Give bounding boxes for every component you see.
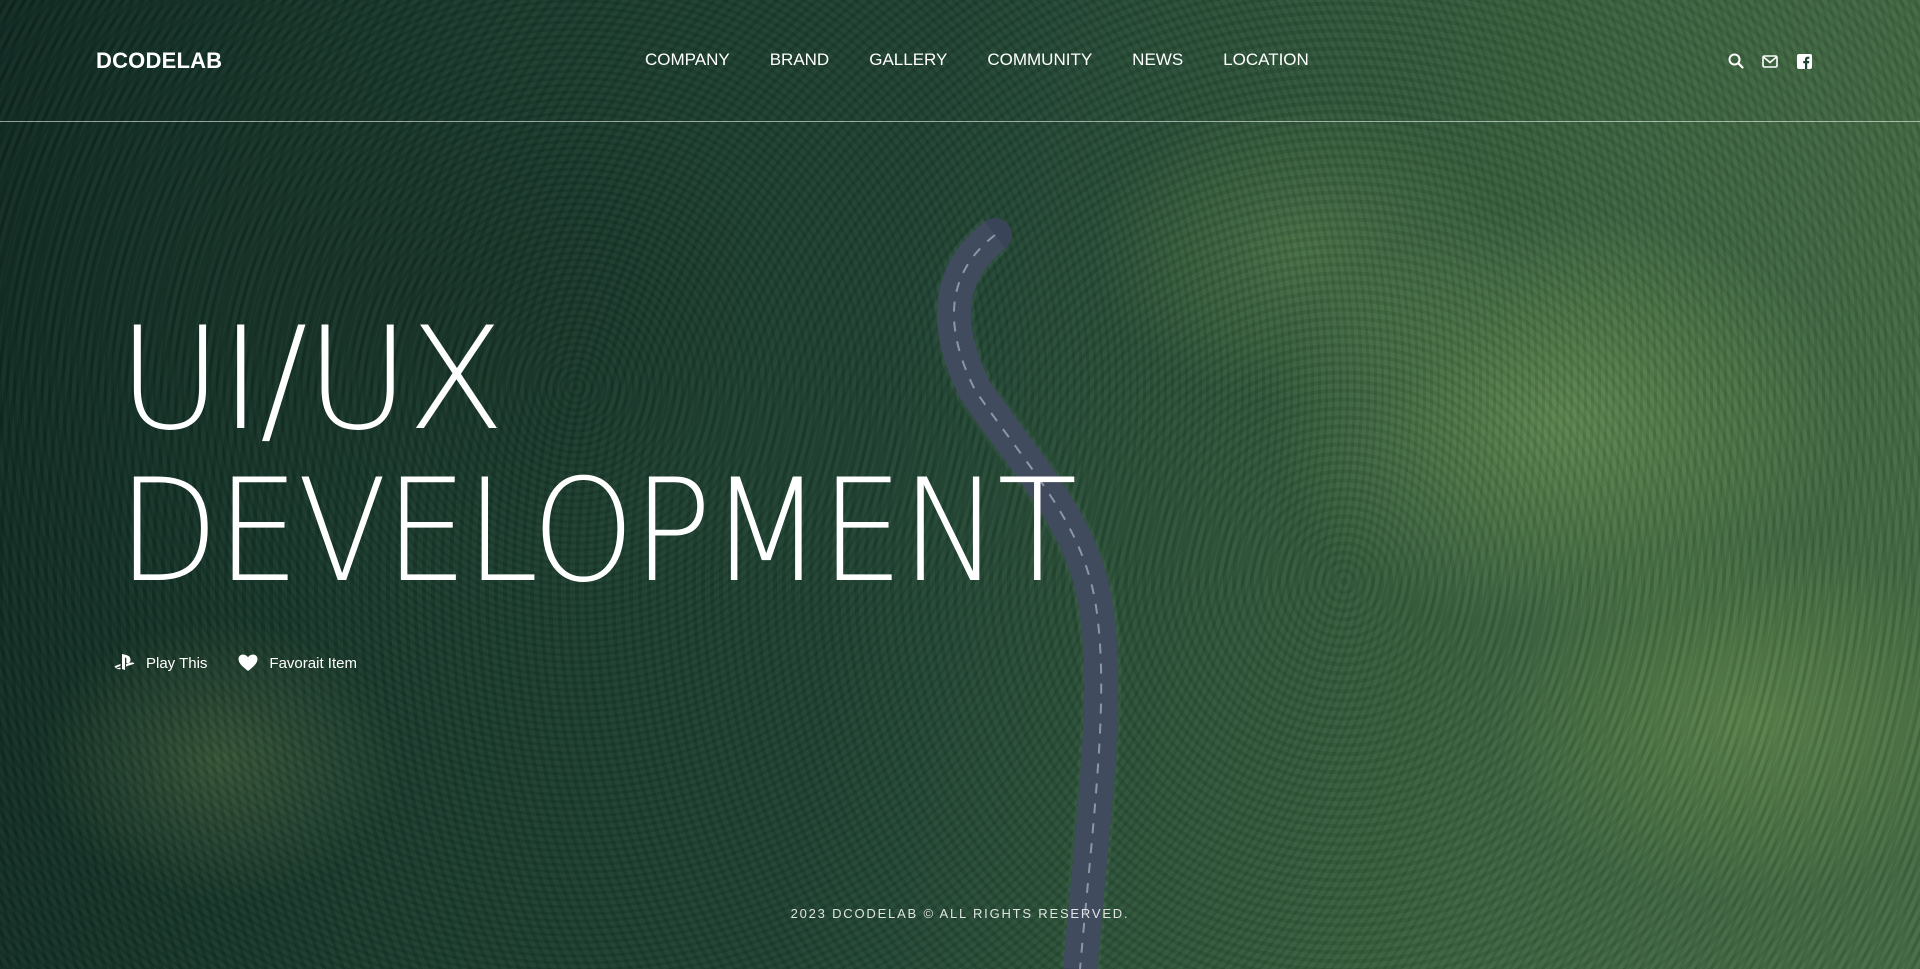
nav-item-company[interactable]: COMPANY xyxy=(645,50,730,70)
nav-item-brand[interactable]: BRAND xyxy=(770,50,830,70)
top-navigation-bar: DCODELAB COMPANY BRAND GALLERY COMMUNITY… xyxy=(0,0,1920,122)
nav-item-news[interactable]: NEWS xyxy=(1132,50,1183,70)
main-menu: COMPANY BRAND GALLERY COMMUNITY NEWS LOC… xyxy=(645,50,1349,70)
favorite-item-button[interactable]: Favorait Item xyxy=(237,652,357,674)
nav-item-gallery[interactable]: GALLERY xyxy=(869,50,947,70)
playstation-icon xyxy=(114,652,136,674)
play-this-button[interactable]: Play This xyxy=(114,652,207,674)
hero-actions: Play This Favorait Item xyxy=(114,652,387,674)
hero-title-line1: UI/UX xyxy=(118,297,505,462)
hero-title: UI/UX DEVELOPMENT xyxy=(118,304,1159,608)
nav-item-community[interactable]: COMMUNITY xyxy=(987,50,1092,70)
header-icons xyxy=(1726,51,1828,71)
footer-copyright: 2023 DCODELAB © ALL RIGHTS RESERVED. xyxy=(790,906,1130,921)
nav-item-location[interactable]: LOCATION xyxy=(1223,50,1309,70)
hero-title-line2: DEVELOPMENT xyxy=(118,449,1077,614)
facebook-icon[interactable] xyxy=(1794,51,1814,71)
search-icon[interactable] xyxy=(1726,51,1746,71)
favorite-item-label: Favorait Item xyxy=(269,654,357,672)
site-logo[interactable]: DCODELAB xyxy=(96,48,222,74)
heart-icon xyxy=(237,652,259,674)
play-this-label: Play This xyxy=(146,654,208,672)
page: DCODELAB COMPANY BRAND GALLERY COMMUNITY… xyxy=(0,0,1920,969)
mail-icon[interactable] xyxy=(1760,51,1780,71)
